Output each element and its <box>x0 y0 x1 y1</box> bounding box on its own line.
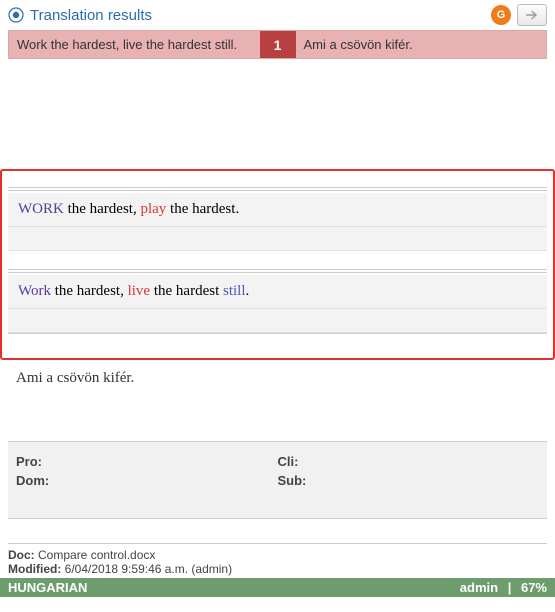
divider <box>8 272 547 273</box>
status-percent: 67% <box>521 580 547 595</box>
divider <box>8 269 547 270</box>
result-index-badge: 1 <box>260 31 296 58</box>
meta-sub: Sub: <box>278 471 540 490</box>
diff-token: the hardest <box>150 283 223 299</box>
send-to-target-button[interactable] <box>517 4 547 26</box>
panel-title: Translation results <box>30 7 152 24</box>
segment-text[interactable]: WORK the hardest, play the hardest. <box>8 193 547 227</box>
doc-value: Compare control.docx <box>35 548 156 562</box>
divider <box>8 187 547 188</box>
google-translate-button[interactable]: G <box>491 5 511 25</box>
divider <box>8 190 547 191</box>
modified-line: Modified: 6/04/2018 9:59:46 a.m. (admin) <box>8 562 547 576</box>
target-segment-text[interactable]: Ami a csövön kifér. <box>8 360 547 397</box>
doc-label: Doc: <box>8 548 35 562</box>
status-language: HUNGARIAN <box>8 580 87 595</box>
status-right: admin | 67% <box>454 580 547 595</box>
diff-token: Work <box>18 283 51 299</box>
meta-pro: Pro: <box>16 452 278 471</box>
diff-token-removed: live <box>128 283 151 299</box>
document-info: Doc: Compare control.docx Modified: 6/04… <box>8 543 547 576</box>
status-sep: | <box>504 580 515 595</box>
globe-icon <box>8 7 24 23</box>
status-user: admin <box>460 580 498 595</box>
segment-pad <box>8 227 547 251</box>
header-left: Translation results <box>8 7 152 24</box>
comparison-highlight-box: WORK the hardest, play the hardest. Work… <box>0 169 555 360</box>
meta-dom-label: Dom: <box>16 473 49 488</box>
diff-token: the hardest, <box>51 283 128 299</box>
comparison-variant-2: Work the hardest, live the hardest still… <box>8 269 547 334</box>
doc-line: Doc: Compare control.docx <box>8 548 547 562</box>
result-source-text: Work the hardest, live the hardest still… <box>9 31 260 58</box>
diff-token: . <box>246 283 250 299</box>
segment-text[interactable]: Work the hardest, live the hardest still… <box>8 275 547 309</box>
diff-token: the hardest, <box>64 201 141 217</box>
comparison-variant-1: WORK the hardest, play the hardest. <box>8 187 547 251</box>
meta-pro-label: Pro: <box>16 454 42 469</box>
meta-cli: Cli: <box>278 452 540 471</box>
meta-sub-label: Sub: <box>278 473 307 488</box>
result-target-text: Ami a csövön kifér. <box>296 31 547 58</box>
diff-token: the hardest. <box>166 201 239 217</box>
panel-header: Translation results G <box>8 0 547 30</box>
diff-token-removed: play <box>140 201 166 217</box>
translation-result-row[interactable]: Work the hardest, live the hardest still… <box>8 30 547 59</box>
metadata-panel: Pro: Cli: Dom: Sub: <box>8 441 547 519</box>
segment-pad <box>8 309 547 333</box>
divider <box>8 333 547 334</box>
modified-label: Modified: <box>8 562 61 576</box>
status-bar: HUNGARIAN admin | 67% <box>0 578 555 597</box>
meta-dom: Dom: <box>16 471 278 490</box>
diff-token-added: still <box>223 283 246 299</box>
modified-value: 6/04/2018 9:59:46 a.m. (admin) <box>61 562 232 576</box>
header-actions: G <box>491 4 547 26</box>
diff-token: WORK <box>18 201 64 217</box>
meta-cli-label: Cli: <box>278 454 299 469</box>
